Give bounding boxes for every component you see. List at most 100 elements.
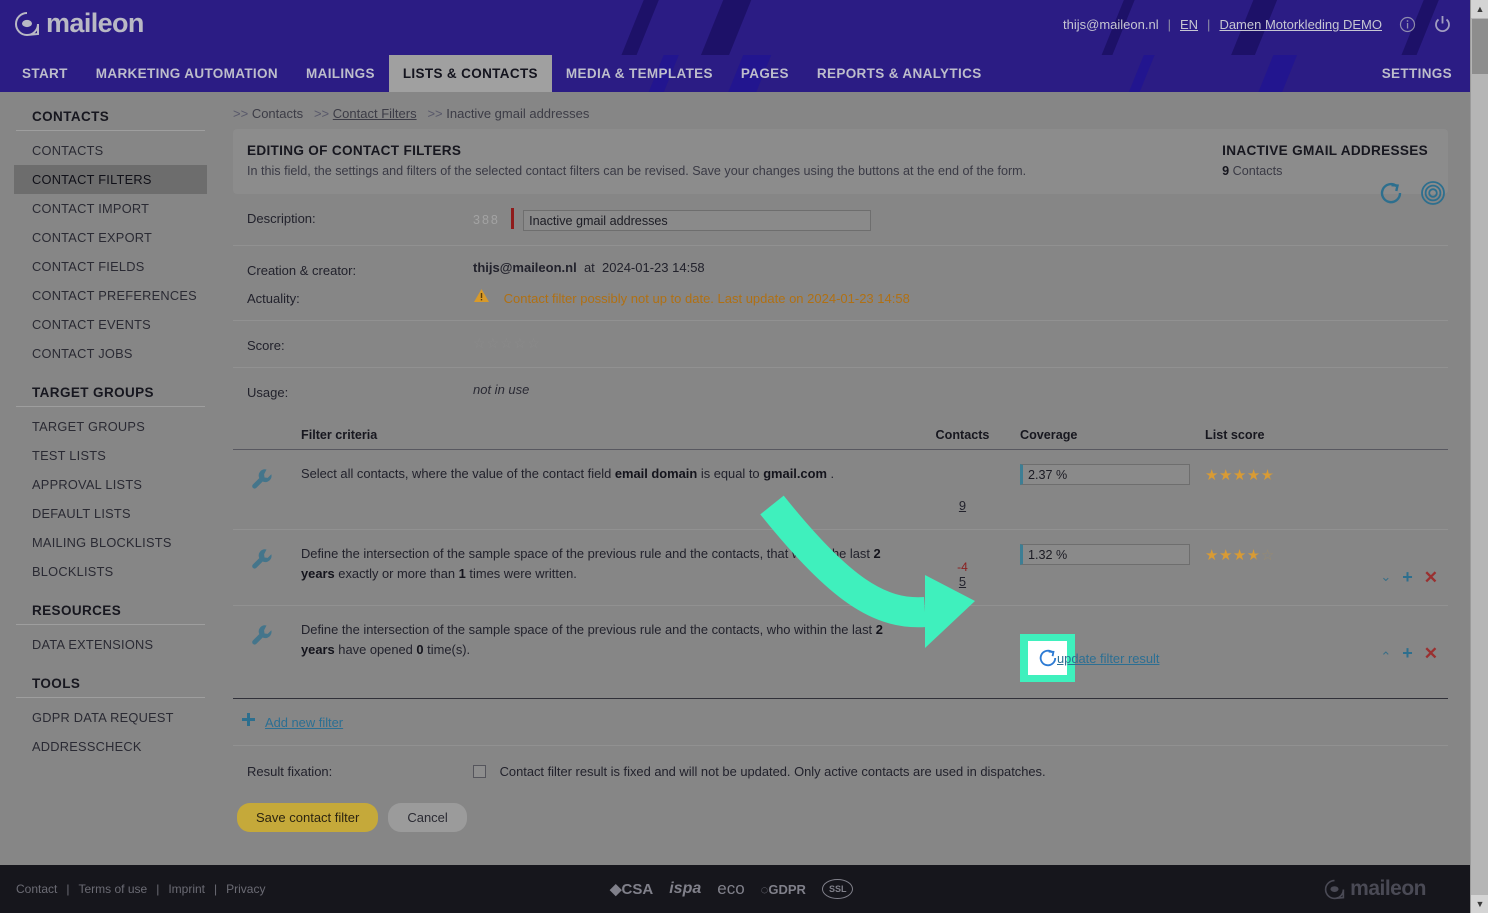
- info-icon[interactable]: [1399, 16, 1416, 33]
- sidebar-item-label: CONTACT FILTERS: [32, 172, 152, 187]
- sidebar-groups: CONTACTS CONTACTS CONTACT FILTERS CONTACT I…: [0, 92, 221, 761]
- wrench-icon: [252, 469, 272, 489]
- add-new-filter-row[interactable]: Add new filter: [233, 699, 1448, 747]
- nav-items: START MARKETING AUTOMATION MAILINGS LISTS &…: [8, 55, 996, 92]
- sidebar-item-mailing-blocklists[interactable]: MAILING BLOCKLISTS: [14, 528, 207, 557]
- save-contact-filter-button[interactable]: Save contact filter: [237, 803, 379, 833]
- actuality-label: Actuality:: [247, 291, 300, 307]
- add-new-filter-link[interactable]: Add new filter: [265, 715, 343, 730]
- coverage-input[interactable]: [1020, 464, 1190, 486]
- nav-item-settings[interactable]: SETTINGS: [1382, 55, 1452, 92]
- result-fixation-label: Result fixation:: [247, 764, 333, 780]
- language-link[interactable]: EN: [1180, 17, 1198, 32]
- account-link[interactable]: Damen Motorkleding DEMO: [1219, 17, 1382, 32]
- cancel-button[interactable]: Cancel: [388, 803, 467, 833]
- sidebar-group-title: TARGET GROUPS: [32, 385, 154, 400]
- coverage-input[interactable]: [1020, 544, 1190, 566]
- sidebar-item-contact-filters[interactable]: CONTACT FILTERS: [14, 165, 207, 194]
- sidebar-item-test-lists[interactable]: TEST LISTS: [14, 441, 207, 470]
- user-email: thijs@maileon.nl: [1063, 17, 1159, 32]
- score-stars[interactable]: ☆☆☆☆☆: [473, 335, 541, 351]
- usage-value: not in use: [473, 382, 530, 398]
- sidebar-item-approval-lists[interactable]: APPROVAL LISTS: [14, 470, 207, 499]
- sidebar-item-default-lists[interactable]: DEFAULT LISTS: [14, 499, 207, 528]
- sidebar-item-contact-events[interactable]: CONTACT EVENTS: [14, 310, 207, 339]
- nav-item-label: LISTS & CONTACTS: [402, 66, 538, 81]
- sidebar-divider: [16, 624, 205, 625]
- plus-icon: [241, 712, 256, 732]
- sidebar-item-contact-import[interactable]: CONTACT IMPORT: [14, 194, 207, 223]
- footer-link-privacy[interactable]: Privacy: [226, 882, 265, 896]
- sidebar-group-title: CONTACTS: [32, 109, 110, 124]
- actuality-text: Contact filter possibly not up to date. …: [503, 291, 910, 307]
- sidebar-item-contact-jobs[interactable]: CONTACT JOBS: [14, 339, 207, 368]
- row-wrench[interactable]: [233, 464, 301, 497]
- footer-brand-text: maileon: [1350, 877, 1426, 900]
- filter-contact-count-value: 9: [1222, 164, 1230, 178]
- description-charcount: 388: [473, 213, 500, 227]
- sidebar-item-contact-fields[interactable]: CONTACT FIELDS: [14, 252, 207, 281]
- breadcrumb-item-contact-filters[interactable]: Contact Filters: [333, 106, 417, 121]
- nav-item-start[interactable]: START: [8, 55, 82, 92]
- list-score-stars: ★★★★☆☆: [1205, 544, 1335, 564]
- nav-item-lists-contacts[interactable]: LISTS & CONTACTS: [388, 55, 552, 92]
- scrollbar-thumb[interactable]: [1472, 19, 1488, 74]
- sidebar-item-data-extensions[interactable]: DATA EXTENSIONS: [14, 630, 207, 659]
- description-input[interactable]: [523, 210, 872, 232]
- sidebar-item-label: TEST LISTS: [32, 448, 107, 463]
- star-full: ★: [1246, 467, 1261, 485]
- nav-item-mailings[interactable]: MAILINGS: [292, 55, 389, 92]
- nav-item-pages[interactable]: PAGES: [727, 55, 803, 92]
- footer-certifications: ◆CSA ispa eco ◌GDPR SSL: [610, 879, 854, 899]
- page-scrollbar[interactable]: ▲ ▼: [1470, 0, 1488, 913]
- col-header-contacts: Contacts: [935, 428, 990, 443]
- result-fixation-row: Result fixation: Contact filter result i…: [233, 746, 1448, 797]
- sidebar-item-target-groups[interactable]: TARGET GROUPS: [14, 412, 207, 441]
- nav-item-media-templates[interactable]: MEDIA & TEMPLATES: [552, 55, 727, 92]
- brand-text: maileon: [46, 8, 144, 38]
- footer-link-contact[interactable]: Contact: [16, 882, 57, 896]
- contacts-count-link[interactable]: 9: [905, 480, 1020, 513]
- scroll-up-arrow[interactable]: ▲: [1471, 0, 1488, 18]
- chevron-up-icon[interactable]: ⌃: [1380, 649, 1391, 665]
- sidebar-item-contact-export[interactable]: CONTACT EXPORT: [14, 223, 207, 252]
- contacts-count-link[interactable]: 5: [905, 574, 1020, 589]
- footer-link-imprint[interactable]: Imprint: [168, 882, 205, 896]
- plus-icon[interactable]: +: [1402, 644, 1413, 662]
- row-wrench[interactable]: [233, 620, 301, 653]
- refresh-icon[interactable]: [1378, 180, 1404, 211]
- sidebar-item-label: CONTACT EVENTS: [32, 317, 151, 332]
- power-icon[interactable]: [1433, 15, 1452, 34]
- breadcrumb-item-contacts[interactable]: Contacts: [252, 106, 303, 121]
- sidebar-item-gdpr-data-request[interactable]: GDPR DATA REQUEST: [14, 703, 207, 732]
- maileon-mark-icon: [15, 11, 39, 36]
- filter-contact-count: 9 Contacts: [1222, 164, 1428, 178]
- nav-item-marketing-automation[interactable]: MARKETING AUTOMATION: [82, 55, 292, 92]
- filter-summary: INACTIVE GMAIL ADDRESSES 9 Contacts: [1192, 143, 1428, 178]
- table-row: Define the intersection of the sample sp…: [233, 530, 1448, 607]
- sidebar-item-contacts[interactable]: CONTACTS: [14, 136, 207, 165]
- close-icon[interactable]: ✕: [1424, 569, 1438, 586]
- table-row: Define the intersection of the sample sp…: [233, 606, 1448, 700]
- footer-link-terms-of-use[interactable]: Terms of use: [78, 882, 147, 896]
- sidebar-item-blocklists[interactable]: BLOCKLISTS: [14, 557, 207, 586]
- sidebar-item-addresscheck[interactable]: ADDRESSCHECK: [14, 732, 207, 761]
- sidebar-group-title: TOOLS: [32, 676, 81, 691]
- sidebar-item-contact-preferences[interactable]: CONTACT PREFERENCES: [14, 281, 207, 310]
- sidebar: CONTACTS CONTACTS CONTACT FILTERS CONTACT I…: [0, 92, 221, 913]
- result-fixation-checkbox[interactable]: [473, 765, 486, 779]
- row-wrench[interactable]: [233, 544, 301, 577]
- nav-item-reports-analytics[interactable]: REPORTS & ANALYTICS: [803, 55, 996, 92]
- page-subtitle: In this field, the settings and filters …: [247, 164, 1027, 178]
- target-icon[interactable]: [1420, 180, 1446, 211]
- chevron-down-icon[interactable]: ⌄: [1380, 569, 1391, 585]
- sidebar-item-label: CONTACT EXPORT: [32, 230, 153, 245]
- sep-2: |: [1207, 17, 1211, 32]
- update-filter-result-link[interactable]: update filter result: [1057, 651, 1159, 666]
- scroll-down-arrow[interactable]: ▼: [1471, 895, 1488, 913]
- maileon-logo[interactable]: maileon: [14, 8, 144, 39]
- table-rows: Select all contacts, where the value of …: [233, 450, 1448, 700]
- sidebar-item-label: DEFAULT LISTS: [32, 506, 131, 521]
- close-icon[interactable]: ✕: [1424, 645, 1438, 662]
- plus-icon[interactable]: +: [1402, 568, 1413, 586]
